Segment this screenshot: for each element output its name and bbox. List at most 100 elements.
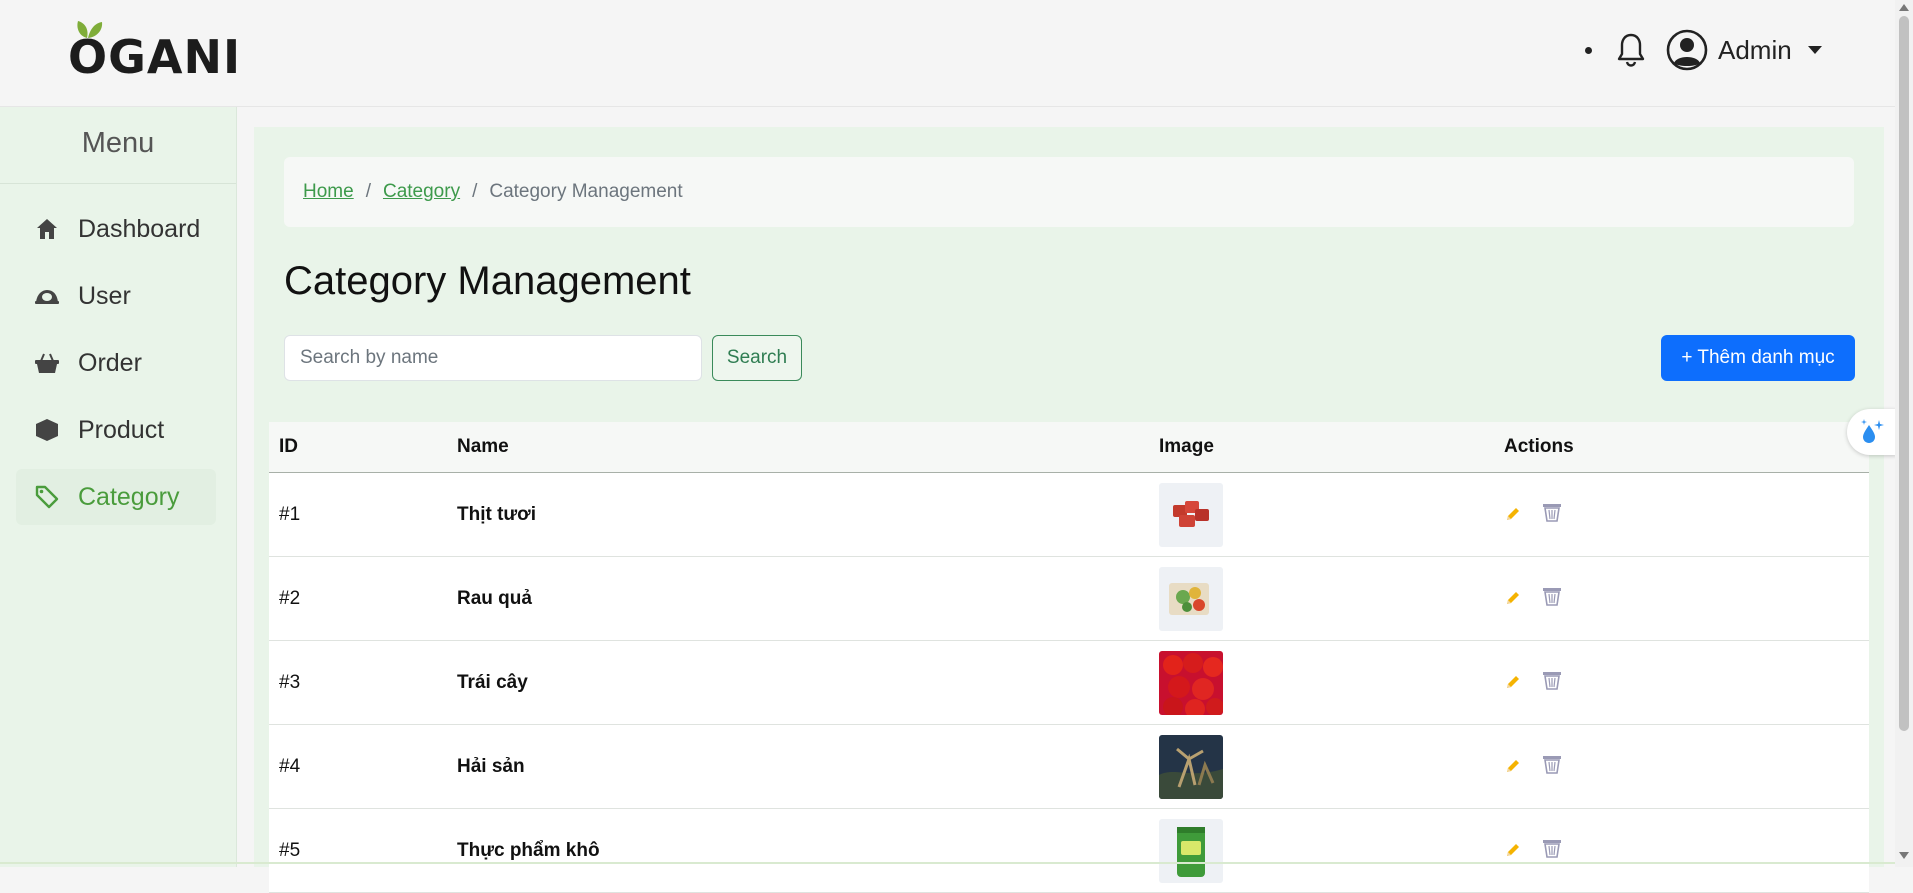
scroll-down-arrow-icon[interactable]	[1899, 852, 1909, 859]
trash-icon	[1543, 839, 1562, 858]
pencil-icon	[1507, 591, 1519, 604]
delete-button[interactable]	[1541, 753, 1563, 775]
search-input[interactable]	[284, 335, 702, 381]
top-header: OGANI Admin	[0, 0, 1895, 107]
delete-button[interactable]	[1541, 585, 1563, 607]
sidebar-item-category[interactable]: Category	[16, 469, 216, 525]
user-avatar-icon	[1666, 29, 1708, 71]
row-actions	[1494, 556, 1869, 641]
row-image-cell	[1149, 724, 1494, 809]
row-image-cell	[1149, 808, 1494, 893]
category-image	[1159, 650, 1223, 715]
box-icon	[34, 417, 60, 443]
row-id: #2	[269, 556, 447, 641]
sparkle-drop-icon	[1861, 419, 1884, 443]
row-id: #5	[269, 808, 447, 893]
row-name: Thực phẩm khô	[447, 808, 1149, 893]
breadcrumb-separator: /	[472, 181, 478, 202]
admin-name: Admin	[1718, 34, 1792, 65]
breadcrumb-separator: /	[365, 181, 371, 202]
table-header-row: ID Name Image Actions	[269, 422, 1869, 473]
row-actions	[1494, 724, 1869, 809]
row-name: Rau quả	[447, 556, 1149, 641]
ogani-logo[interactable]: OGANI	[68, 21, 242, 84]
menu-title: Menu	[81, 127, 155, 159]
delete-button[interactable]	[1541, 501, 1563, 523]
category-table: ID Name Image Actions #1 Thịt tươi #2 Ra…	[269, 422, 1869, 893]
table-row: #1 Thịt tươi	[269, 472, 1869, 557]
breadcrumb-category-link[interactable]: Category	[383, 181, 460, 203]
table-row: #4 Hải sản	[269, 724, 1869, 809]
sidebar-item-label: Product	[78, 415, 165, 444]
sidebar-item-user[interactable]: User	[16, 268, 216, 324]
caret-down-icon	[1807, 46, 1822, 54]
column-header-actions: Actions	[1494, 422, 1869, 473]
column-header-name: Name	[447, 422, 1149, 473]
column-header-image: Image	[1149, 422, 1494, 473]
status-dot	[1585, 47, 1592, 54]
delete-button[interactable]	[1541, 669, 1563, 691]
category-image	[1159, 566, 1223, 631]
scrollbar-thumb[interactable]	[1899, 16, 1909, 731]
home-icon	[34, 216, 60, 242]
main-content: Home / Category / Category Management Ca…	[254, 127, 1884, 893]
edit-button[interactable]	[1504, 505, 1522, 523]
sidebar-item-label: User	[78, 281, 131, 310]
breadcrumb-current: Category Management	[489, 181, 683, 202]
admin-dropdown[interactable]: Admin	[1666, 28, 1822, 72]
edit-button[interactable]	[1504, 673, 1522, 691]
row-name: Trái cây	[447, 640, 1149, 725]
row-actions	[1494, 808, 1869, 893]
row-name: Thịt tươi	[447, 472, 1149, 557]
page-title: Category Management	[284, 259, 691, 303]
pencil-icon	[1507, 759, 1519, 772]
column-header-id: ID	[269, 422, 447, 473]
basket-icon	[34, 350, 60, 376]
row-image-cell	[1149, 556, 1494, 641]
category-image	[1159, 818, 1223, 883]
row-id: #4	[269, 724, 447, 809]
delete-button[interactable]	[1541, 837, 1563, 859]
logo-text: OGANI	[68, 30, 242, 84]
vertical-scrollbar[interactable]	[1895, 0, 1913, 867]
trash-icon	[1543, 587, 1562, 606]
sidebar-item-dashboard[interactable]: Dashboard	[16, 201, 216, 257]
trash-icon	[1543, 503, 1562, 522]
pencil-icon	[1507, 843, 1519, 856]
menu-divider	[0, 183, 236, 184]
table-row: #5 Thực phẩm khô	[269, 808, 1869, 893]
sidebar-item-label: Category	[78, 482, 180, 511]
sidebar-item-label: Order	[78, 348, 142, 377]
edit-button[interactable]	[1504, 589, 1522, 607]
row-id: #3	[269, 640, 447, 725]
pencil-icon	[1507, 507, 1519, 520]
row-image-cell	[1149, 640, 1494, 725]
pencil-icon	[1507, 675, 1519, 688]
floating-assistant-button[interactable]	[1847, 409, 1897, 455]
breadcrumb: Home / Category / Category Management	[284, 157, 1854, 227]
row-name: Hải sản	[447, 724, 1149, 809]
trash-icon	[1543, 671, 1562, 690]
category-image	[1159, 734, 1223, 799]
edit-button[interactable]	[1504, 841, 1522, 859]
scroll-up-arrow-icon[interactable]	[1899, 4, 1909, 11]
row-id: #1	[269, 472, 447, 557]
row-actions	[1494, 640, 1869, 725]
sidebar-item-order[interactable]: Order	[16, 335, 216, 391]
table-row: #3 Trái cây	[269, 640, 1869, 725]
edit-button[interactable]	[1504, 757, 1522, 775]
add-category-button[interactable]: + Thêm danh mục	[1661, 335, 1855, 381]
row-image-cell	[1149, 472, 1494, 557]
tag-icon	[34, 484, 60, 510]
table-row: #2 Rau quả	[269, 556, 1869, 641]
bottom-border	[0, 862, 1895, 864]
search-button[interactable]: Search	[712, 335, 802, 381]
trash-icon	[1543, 755, 1562, 774]
breadcrumb-home-link[interactable]: Home	[303, 181, 354, 203]
sidebar: Menu Dashboard User Order Product Catego…	[0, 107, 237, 867]
bell-icon[interactable]	[1615, 32, 1647, 68]
sidebar-item-label: Dashboard	[78, 214, 201, 243]
sidebar-item-product[interactable]: Product	[16, 402, 216, 458]
row-actions	[1494, 472, 1869, 557]
user-icon	[34, 283, 60, 309]
